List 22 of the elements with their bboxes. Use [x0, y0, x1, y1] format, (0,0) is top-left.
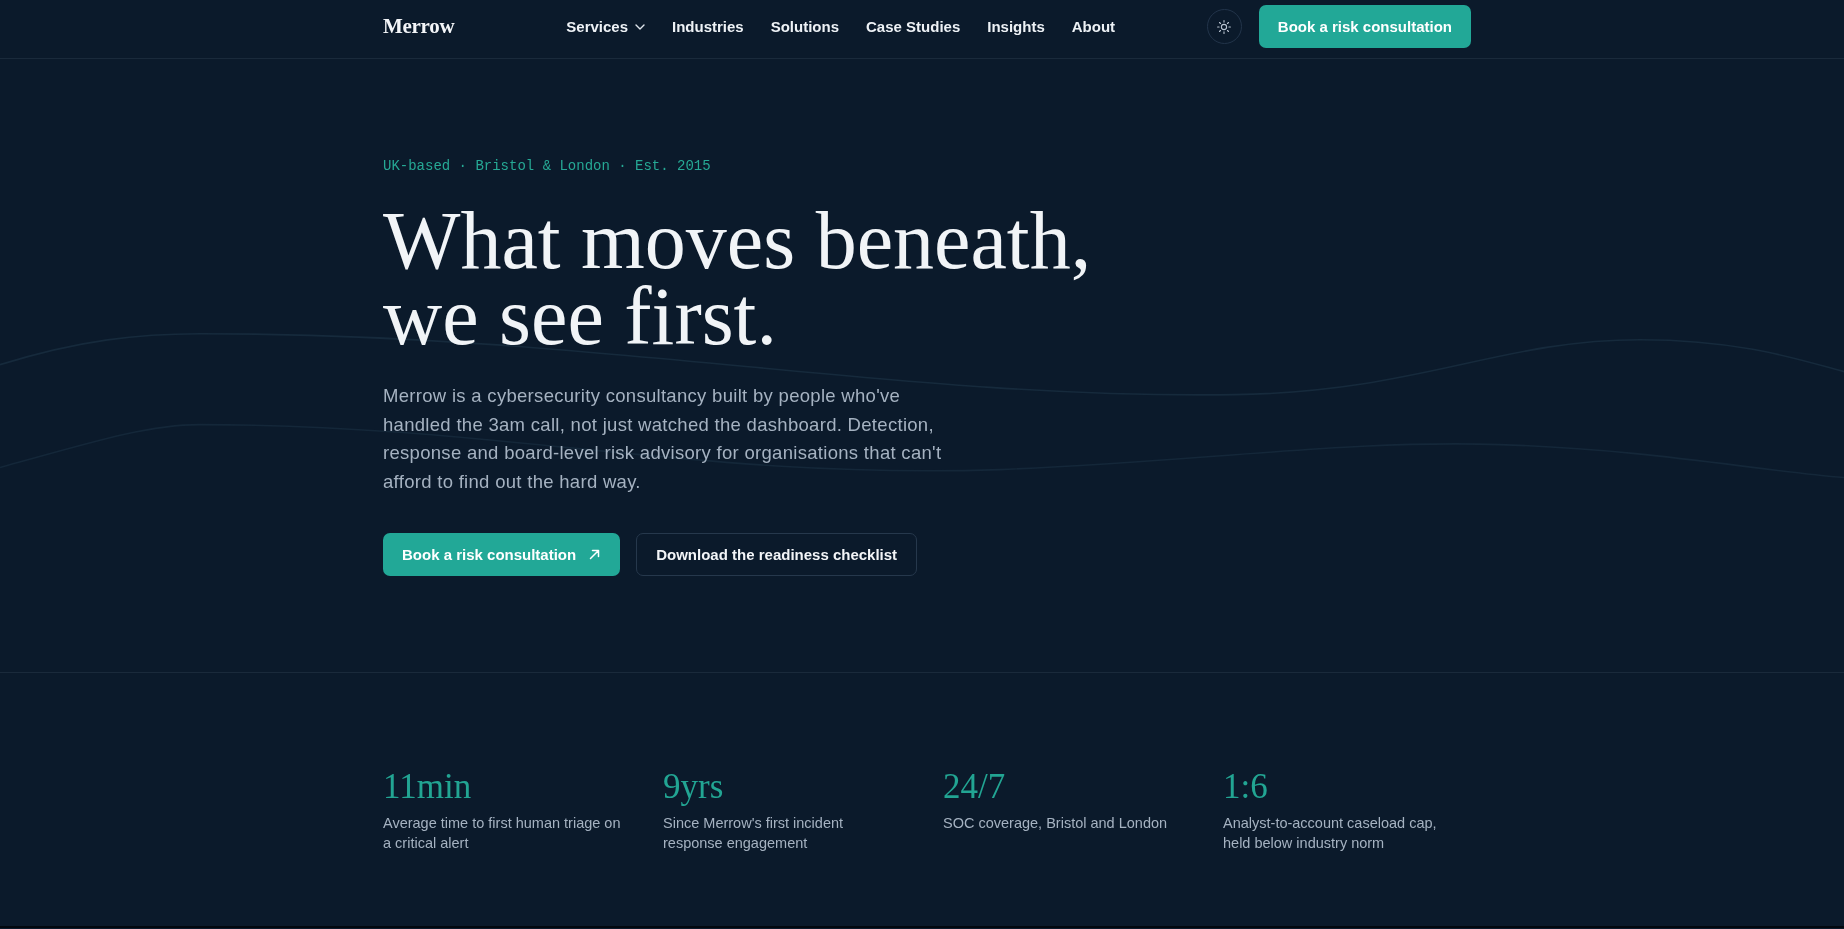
stat-value: 24/7	[943, 767, 1007, 808]
stat-value: 9yrs	[663, 767, 725, 808]
stat-label: Average time to first human triage on a critical alert	[383, 814, 622, 854]
hero-headline: What moves beneath, we see first.	[383, 203, 1093, 355]
stat-label: Analyst-to-account caseload cap, held below industry norm	[1223, 814, 1438, 854]
stat-value: 11min	[383, 767, 473, 808]
nav-link[interactable]: About	[1071, 18, 1116, 35]
stat-label: SOC coverage, Bristol and London	[943, 814, 1169, 834]
nav-link[interactable]: Case Studies	[866, 18, 961, 35]
nav-link[interactable]: Insights	[987, 18, 1045, 35]
nav-link[interactable]: Solutions	[770, 18, 840, 35]
stat-value: 1:6	[1223, 767, 1269, 808]
arrow-up-right-icon	[589, 549, 601, 561]
nav-link[interactable]: Industries	[672, 18, 744, 35]
theme-toggle-button[interactable]	[1206, 9, 1242, 44]
stat-label: Since Merrow's first incident response engagement	[663, 814, 845, 854]
nav-link[interactable]: Services	[566, 18, 645, 35]
eyebrow-text: UK-based · Bristol & London · Est. 2015	[383, 157, 711, 175]
outline-button[interactable]: Download the readiness checklist	[636, 533, 918, 577]
logo[interactable]: Merrow	[383, 14, 455, 39]
hero-description: Merrow is a cybersecurity consultancy built by people who've handled the 3am call, not just watched the dashboard. Detection, response and board-level risk advisory for organisations that can't afford to find out the hard way.	[383, 384, 943, 494]
sun-icon	[1217, 19, 1232, 34]
